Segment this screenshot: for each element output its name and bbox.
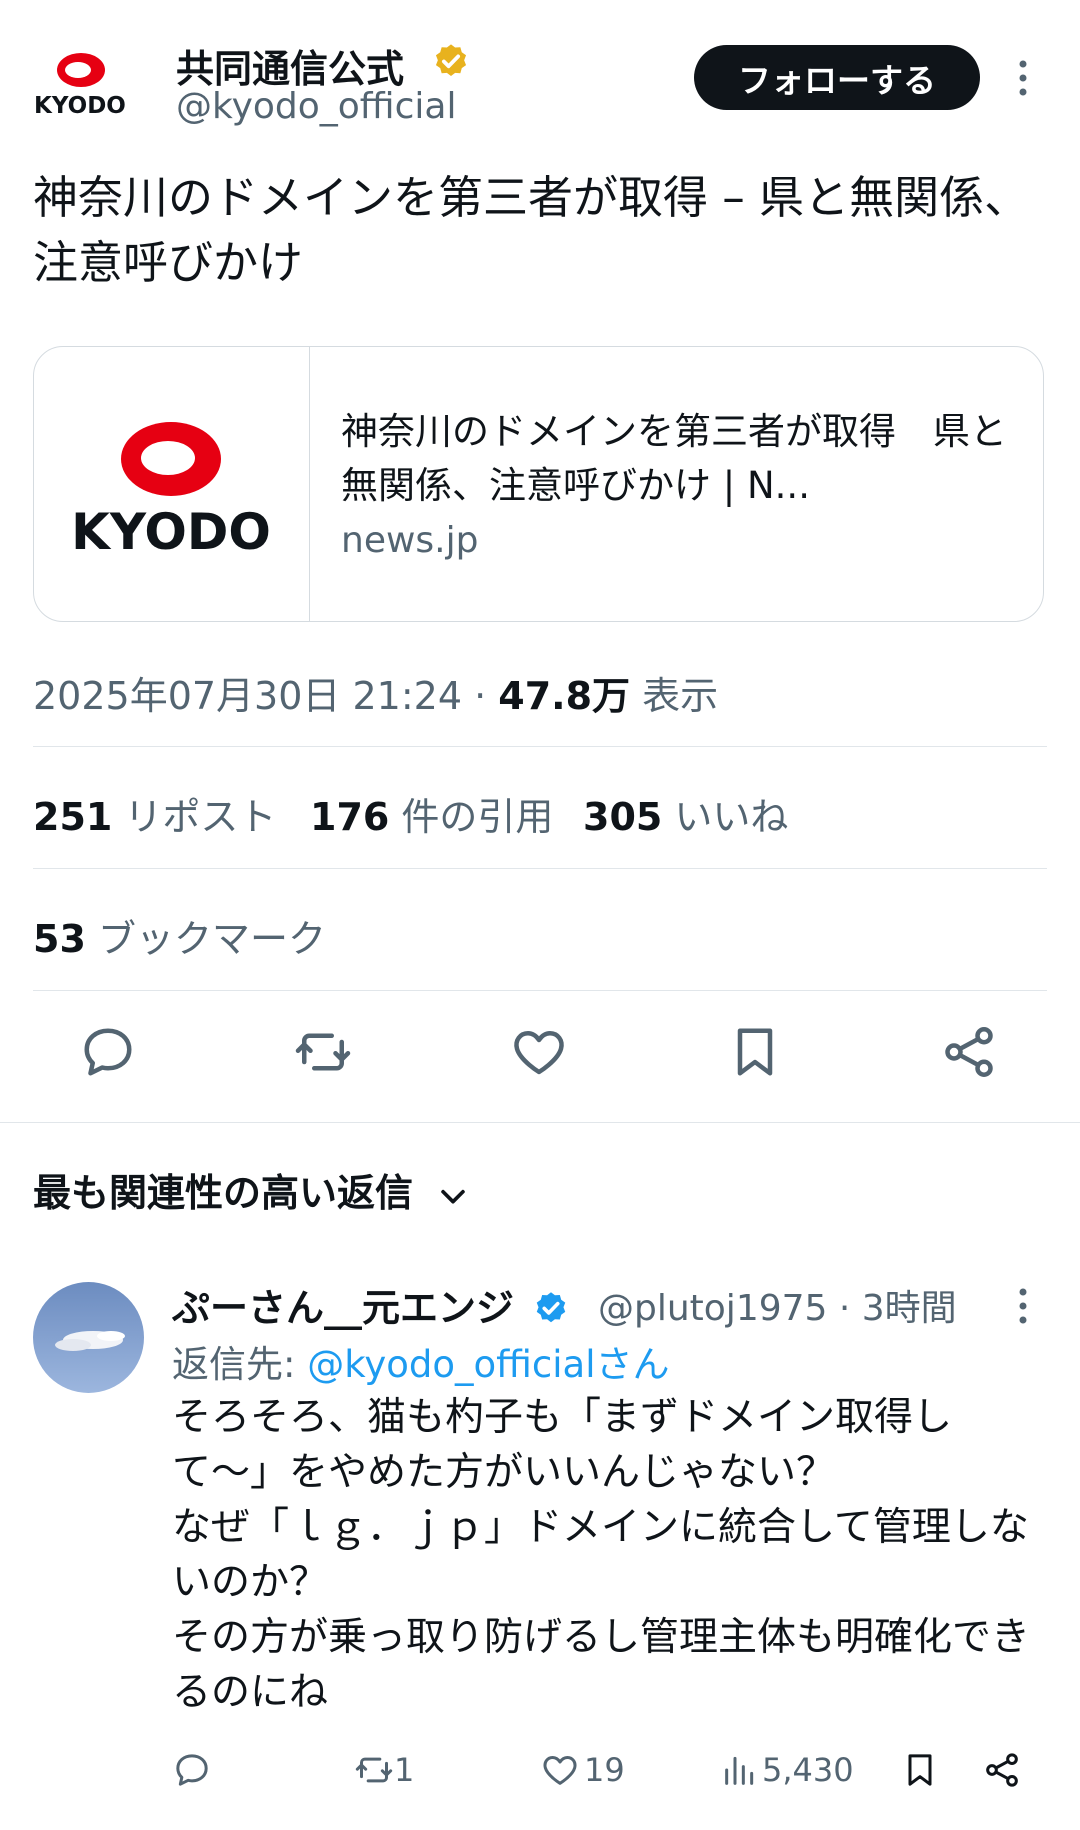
kyodo-logo-wordmark: KYODO xyxy=(34,93,126,119)
reply-views-count: 5,430 xyxy=(762,1751,854,1789)
quotes-stat[interactable]: 176 件の引用 xyxy=(310,786,553,841)
verified-gold-icon xyxy=(432,42,470,80)
reposts-label: リポスト xyxy=(124,795,277,839)
quotes-count: 176 xyxy=(310,795,390,839)
views-chart-icon xyxy=(725,1756,754,1785)
repost-icon[interactable] xyxy=(293,1022,353,1082)
like-icon[interactable] xyxy=(509,1022,569,1082)
account-name[interactable]: 共同通信公式 xyxy=(176,38,404,93)
reply-icon xyxy=(176,1754,208,1786)
bookmarks-stat[interactable]: 53 ブックマーク xyxy=(33,908,326,963)
card-logo-wordmark: KYODO xyxy=(71,503,271,561)
more-options-icon[interactable] xyxy=(1010,56,1036,100)
tweet-meta: 2025年07月30日 21:24 · 47.8万 表示 xyxy=(33,665,718,720)
bookmark-icon[interactable] xyxy=(725,1022,785,1082)
quotes-label: 件の引用 xyxy=(401,795,554,839)
reply-to-handle[interactable]: @kyodo_officialさん xyxy=(307,1343,669,1386)
reply-action-bar: 1 19 5,430 xyxy=(172,1745,1042,1795)
bookmarks-count: 53 xyxy=(33,917,86,961)
repost-icon xyxy=(355,1757,393,1783)
likes-stat[interactable]: 305 いいね xyxy=(583,786,788,841)
reposts-count: 251 xyxy=(33,795,113,839)
card-domain: news.jp xyxy=(341,520,479,561)
likes-count: 305 xyxy=(583,795,663,839)
reply-author-name-text: ぷーさん__元エンジ xyxy=(172,1286,515,1330)
tweet-action-bar xyxy=(33,1022,1047,1092)
card-thumbnail: KYODO xyxy=(34,347,310,621)
link-card[interactable]: KYODO 神奈川のドメインを第三者が取得 県と無関係、注意呼びかけ | N..… xyxy=(33,346,1044,622)
likes-label: いいね xyxy=(674,795,789,839)
reposts-stat[interactable]: 251 リポスト xyxy=(33,786,276,841)
reply-to-line: 返信先: @kyodo_officialさん xyxy=(172,1334,669,1388)
replies-sort-dropdown[interactable]: 最も関連性の高い返信 xyxy=(33,1162,470,1217)
share-icon xyxy=(986,1753,1018,1787)
divider xyxy=(33,746,1047,747)
reply-like-button[interactable]: 19 xyxy=(540,1745,625,1795)
reply-share-button[interactable] xyxy=(982,1745,1022,1795)
reply-more-icon[interactable] xyxy=(1010,1284,1036,1328)
reply-handle-time[interactable]: @plutoj1975 · 3時間 xyxy=(598,1279,957,1331)
reply-like-count: 19 xyxy=(584,1751,625,1789)
reply-repost-button[interactable]: 1 xyxy=(354,1745,414,1795)
timestamp[interactable]: 2025年07月30日 21:24 xyxy=(33,674,462,718)
verified-blue-icon xyxy=(537,1292,566,1323)
tweet-text: 神奈川のドメインを第三者が取得 – 県と無関係、注意呼びかけ xyxy=(33,171,1030,289)
follow-button[interactable]: フォローする xyxy=(694,45,980,110)
reply-to-prefix: 返信先: xyxy=(172,1343,308,1386)
chevron-down-icon xyxy=(441,1189,466,1204)
views-label: 表示 xyxy=(642,674,719,718)
kyodo-avatar-logo[interactable]: KYODO xyxy=(34,44,146,128)
bookmarks-label: ブックマーク xyxy=(97,917,326,961)
divider xyxy=(33,990,1047,991)
reply-reply-button[interactable] xyxy=(172,1745,212,1795)
meta-separator: · xyxy=(474,674,487,718)
views-count: 47.8万 xyxy=(498,674,631,718)
reply-repost-count: 1 xyxy=(394,1751,415,1789)
share-icon[interactable] xyxy=(939,1022,999,1082)
reply-text: そろそろ、猫も杓子も「まずドメイン取得して〜」をやめた方がいいんじゃない？ なぜ… xyxy=(172,1395,1031,1715)
replies-sort-label: 最も関連性の高い返信 xyxy=(33,1171,414,1215)
like-icon xyxy=(543,1756,577,1785)
account-handle[interactable]: @kyodo_official xyxy=(176,86,456,127)
section-divider xyxy=(0,1122,1080,1123)
divider xyxy=(33,868,1047,869)
reply-author-name[interactable]: ぷーさん__元エンジ xyxy=(172,1277,569,1332)
reply-views-button[interactable]: 5,430 xyxy=(720,1745,854,1795)
reply-icon[interactable] xyxy=(78,1022,138,1082)
card-title: 神奈川のドメインを第三者が取得 県と無関係、注意呼びかけ | N... xyxy=(341,410,1007,507)
bookmark-icon xyxy=(908,1754,932,1786)
reply-avatar[interactable] xyxy=(33,1282,144,1393)
reply-bookmark-button[interactable] xyxy=(900,1745,940,1795)
